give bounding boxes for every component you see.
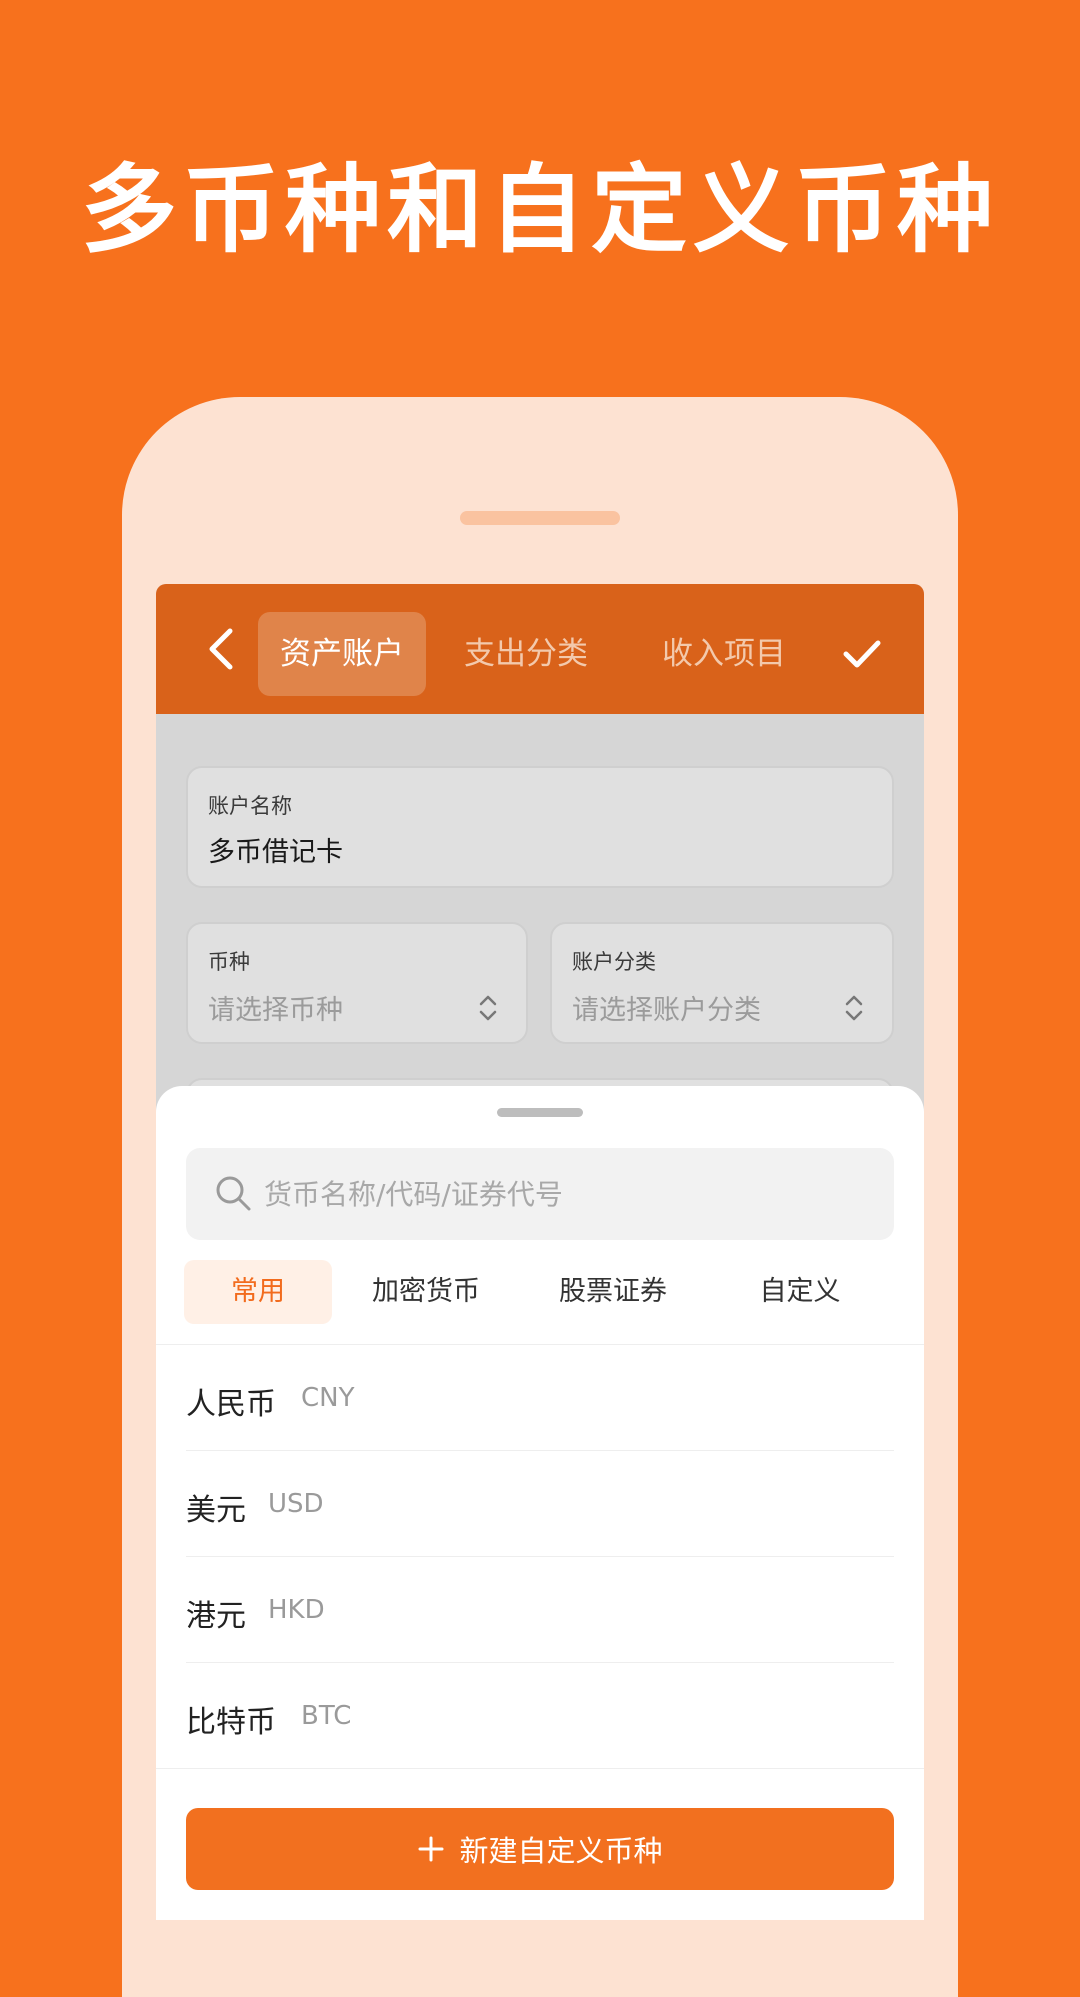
currency-name: 美元 — [186, 1493, 246, 1528]
account-category-placeholder: 请选择账户分类 — [572, 995, 761, 1026]
currency-code: CNY — [301, 1383, 355, 1413]
app-screen: 资产账户 支出分类 收入项目 账户名称 多币借记卡 币种 请选择币种 账户分类 … — [156, 584, 924, 1920]
new-custom-currency-label: 新建自定义币种 — [459, 1834, 663, 1868]
category-tab-custom[interactable]: 自定义 — [726, 1260, 874, 1324]
account-name-label: 账户名称 — [208, 794, 292, 818]
currency-name: 人民币 — [186, 1387, 276, 1422]
promo-headline: 多币种和自定义币种 — [81, 154, 999, 266]
account-name-value: 多币借记卡 — [208, 837, 343, 868]
currency-row[interactable]: 人民币 CNY — [186, 1345, 894, 1451]
currency-code: BTC — [301, 1701, 352, 1731]
phone-speaker — [460, 511, 620, 525]
tab-expense-categories[interactable]: 支出分类 — [446, 612, 606, 696]
currency-placeholder: 请选择币种 — [208, 995, 343, 1026]
search-bar[interactable] — [186, 1148, 894, 1240]
currency-code: USD — [268, 1489, 324, 1519]
chevron-left-icon — [209, 628, 233, 670]
category-tab-stocks[interactable]: 股票证券 — [539, 1260, 687, 1324]
currency-code: HKD — [268, 1595, 325, 1625]
top-nav-bar: 资产账户 支出分类 收入项目 — [156, 584, 924, 714]
currency-row[interactable]: 比特币 BTC — [186, 1663, 894, 1769]
chevron-updown-icon — [845, 995, 863, 1021]
currency-label: 币种 — [208, 950, 250, 974]
currency-row[interactable]: 港元 HKD — [186, 1557, 894, 1663]
list-bottom-divider — [156, 1768, 924, 1769]
currency-name: 比特币 — [186, 1705, 276, 1740]
check-icon — [843, 640, 881, 668]
search-input[interactable] — [264, 1148, 874, 1240]
search-icon — [216, 1176, 251, 1211]
confirm-button[interactable] — [838, 630, 886, 678]
back-button[interactable] — [196, 624, 246, 674]
category-tab-common[interactable]: 常用 — [184, 1260, 332, 1324]
currency-name: 港元 — [186, 1599, 246, 1634]
account-category-select[interactable]: 账户分类 请选择账户分类 — [550, 922, 894, 1044]
new-custom-currency-button[interactable]: 新建自定义币种 — [186, 1808, 894, 1890]
category-tab-crypto[interactable]: 加密货币 — [352, 1260, 500, 1324]
account-category-label: 账户分类 — [572, 950, 656, 974]
currency-picker-sheet: 常用 加密货币 股票证券 自定义 人民币 CNY 美元 USD 港元 HKD 比… — [156, 1086, 924, 1920]
sheet-drag-handle[interactable] — [497, 1108, 583, 1117]
tab-income-items[interactable]: 收入项目 — [644, 612, 804, 696]
currency-row[interactable]: 美元 USD — [186, 1451, 894, 1557]
plus-icon — [418, 1836, 444, 1862]
currency-select[interactable]: 币种 请选择币种 — [186, 922, 528, 1044]
account-name-field[interactable]: 账户名称 多币借记卡 — [186, 766, 894, 888]
chevron-updown-icon — [479, 995, 497, 1021]
tab-asset-accounts[interactable]: 资产账户 — [258, 612, 426, 696]
